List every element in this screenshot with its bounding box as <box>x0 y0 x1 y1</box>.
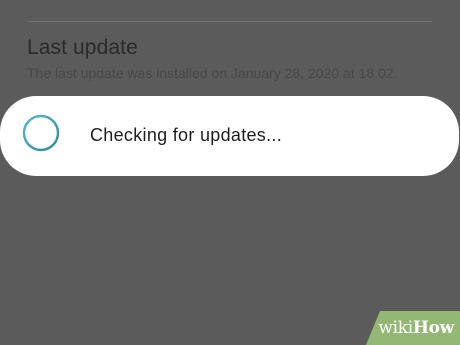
watermark-suffix: How <box>412 318 454 338</box>
last-update-description: The last update was installed on January… <box>27 65 398 81</box>
dialog-message: Checking for updates... <box>90 125 283 145</box>
divider <box>28 21 432 22</box>
progress-ring-icon <box>22 114 60 152</box>
watermark-prefix: wiki <box>378 318 413 338</box>
checking-updates-dialog: Checking for updates... <box>0 96 459 176</box>
watermark-text: wikiHow <box>378 318 454 338</box>
last-update-title: Last update <box>27 36 138 59</box>
